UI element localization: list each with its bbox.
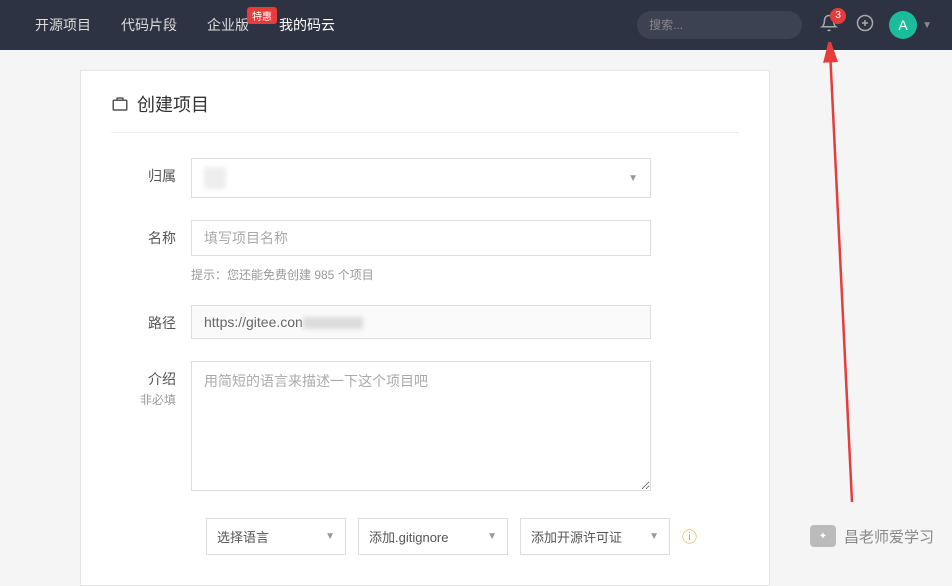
nav-snippets[interactable]: 代码片段	[121, 15, 177, 35]
license-select-label: 添加开源许可证	[531, 527, 622, 546]
create-project-card: 创建项目 归属 ▼ 名称 提示：您还能免费创建 985 个项目 路径 http	[80, 70, 770, 586]
intro-sublabel: 非必填	[111, 391, 176, 408]
watermark: ✦ 昌老师爱学习	[810, 525, 934, 547]
nav-menu: 开源项目 代码片段 企业版 特惠 我的码云	[35, 15, 335, 35]
add-icon[interactable]	[856, 14, 874, 37]
search-box[interactable]	[637, 11, 802, 39]
name-label: 名称	[111, 220, 191, 248]
nav-enterprise-label: 企业版	[207, 17, 249, 33]
notifications-icon[interactable]: 3	[820, 14, 838, 37]
license-select[interactable]: 添加开源许可证 ▼	[520, 518, 670, 555]
chevron-down-icon: ▼	[649, 531, 659, 542]
notif-badge: 3	[830, 8, 846, 24]
path-url-box: https://gitee.con	[191, 305, 651, 339]
watermark-text: 昌老师爱学习	[844, 526, 934, 547]
path-blur	[303, 317, 363, 329]
nav-open-source[interactable]: 开源项目	[35, 15, 91, 35]
chevron-down-icon: ▼	[325, 531, 335, 542]
owner-avatar-thumb	[204, 167, 226, 189]
quota-hint: 提示：您还能免费创建 985 个项目	[191, 266, 739, 283]
path-prefix: https://gitee.con	[204, 314, 303, 330]
top-nav: 开源项目 代码片段 企业版 特惠 我的码云 3 A ▼	[0, 0, 952, 50]
gitignore-select-label: 添加.gitignore	[369, 527, 448, 546]
project-icon	[111, 95, 129, 113]
page-title: 创建项目	[111, 91, 739, 133]
language-select[interactable]: 选择语言 ▼	[206, 518, 346, 555]
project-name-input[interactable]	[191, 220, 651, 256]
owner-select[interactable]: ▼	[191, 158, 651, 198]
chevron-down-icon: ▼	[487, 531, 497, 542]
avatar[interactable]: A	[889, 11, 917, 39]
intro-textarea[interactable]	[191, 361, 651, 491]
promo-badge: 特惠	[247, 7, 277, 24]
info-icon[interactable]: ⓘ	[682, 526, 697, 547]
owner-label: 归属	[111, 158, 191, 186]
avatar-dropdown-icon[interactable]: ▼	[922, 20, 932, 31]
language-select-label: 选择语言	[217, 527, 269, 546]
intro-label: 介绍 非必填	[111, 361, 191, 408]
nav-my-gitee[interactable]: 我的码云	[279, 15, 335, 35]
chevron-down-icon: ▼	[628, 173, 638, 184]
intro-label-text: 介绍	[148, 371, 176, 387]
wechat-icon: ✦	[810, 525, 836, 547]
gitignore-select[interactable]: 添加.gitignore ▼	[358, 518, 508, 555]
page-title-text: 创建项目	[137, 91, 209, 117]
path-label: 路径	[111, 305, 191, 333]
search-input[interactable]	[649, 18, 790, 32]
nav-enterprise[interactable]: 企业版 特惠	[207, 15, 249, 35]
